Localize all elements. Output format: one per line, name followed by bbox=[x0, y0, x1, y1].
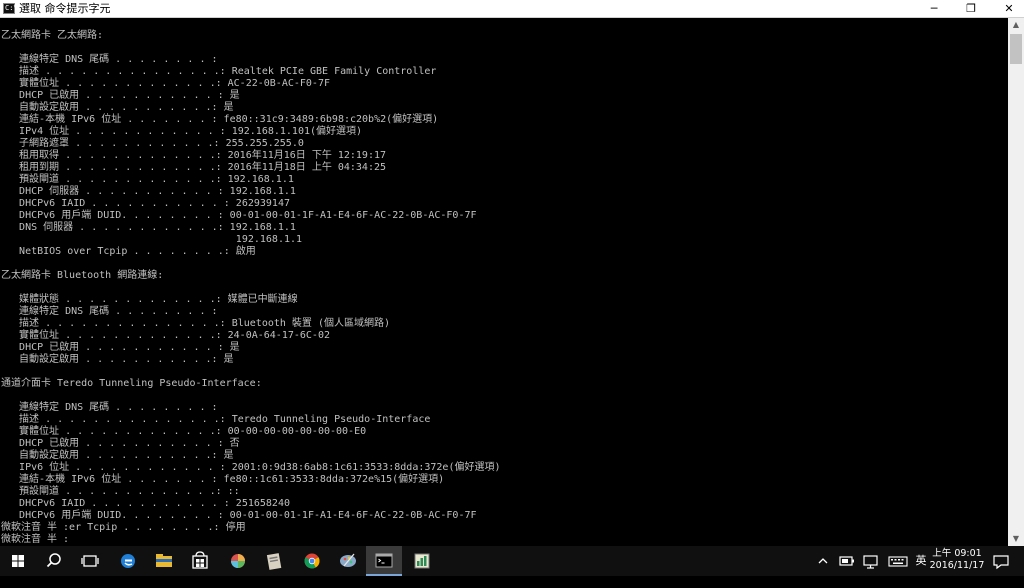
taskbar: 英 上午 09:01 2016/11/17 bbox=[0, 546, 1024, 576]
clock-date: 2016/11/17 bbox=[929, 560, 985, 571]
scroll-up-arrow-icon[interactable]: ▲ bbox=[1008, 18, 1024, 32]
console-line: DNS 伺服器 . . . . . . . . . . . .: 192.168… bbox=[1, 222, 296, 233]
battery-icon[interactable] bbox=[836, 546, 858, 576]
console-line: 微軟注音 半 : bbox=[1, 534, 70, 545]
console-line: 租用取得 . . . . . . . . . . . . .: 2016年11月… bbox=[1, 150, 387, 161]
keyboard-icon[interactable] bbox=[886, 546, 910, 576]
show-hidden-icons-chevron-icon[interactable] bbox=[814, 546, 832, 576]
app-document-icon[interactable] bbox=[256, 546, 292, 576]
console-line: 描述 . . . . . . . . . . . . . . .: Blueto… bbox=[1, 318, 390, 329]
title-bar[interactable]: C:\ 選取 命令提示字元 ─ ❐ ✕ bbox=[0, 0, 1024, 18]
console-line: 媒體狀態 . . . . . . . . . . . . .: 媒體已中斷連線 bbox=[1, 294, 298, 305]
command-prompt-icon[interactable] bbox=[366, 546, 402, 576]
vertical-scrollbar[interactable]: ▲ ▼ bbox=[1008, 18, 1024, 546]
app-paint-icon[interactable] bbox=[330, 546, 366, 576]
console-line: DHCP 伺服器 . . . . . . . . . . . : 192.168… bbox=[1, 186, 296, 197]
console-line: DHCPv6 用戶端 DUID. . . . . . . . : 00-01-0… bbox=[1, 510, 477, 521]
console-line: 連線特定 DNS 尾碼 . . . . . . . . : bbox=[1, 54, 218, 65]
minimize-button[interactable]: ─ bbox=[919, 0, 949, 17]
console-line: DHCPv6 IAID . . . . . . . . . . . : 2516… bbox=[1, 498, 290, 509]
notification-center-icon[interactable] bbox=[990, 546, 1012, 576]
store-icon[interactable] bbox=[182, 546, 218, 576]
console-line: NetBIOS over Tcpip . . . . . . . .: 啟用 bbox=[1, 246, 256, 257]
console-line: 自動設定啟用 . . . . . . . . . . .: 是 bbox=[1, 354, 234, 365]
console-line: 連結-本機 IPv6 位址 . . . . . . . : fe80::31c9… bbox=[1, 114, 439, 125]
console-output[interactable]: 乙太網路卡 乙太網路: 連線特定 DNS 尾碼 . . . . . . . . … bbox=[0, 18, 1008, 546]
edge-browser-icon[interactable] bbox=[110, 546, 146, 576]
console-line: 連線特定 DNS 尾碼 . . . . . . . . : bbox=[1, 306, 218, 317]
console-line: DHCP 已啟用 . . . . . . . . . . . : 是 bbox=[1, 90, 240, 101]
window-title: 選取 命令提示字元 bbox=[19, 2, 111, 15]
console-line: 乙太網路卡 乙太網路: bbox=[1, 30, 104, 41]
task-view-icon[interactable] bbox=[72, 546, 108, 576]
console-line: 自動設定啟用 . . . . . . . . . . .: 是 bbox=[1, 450, 234, 461]
console-line: 通道介面卡 Teredo Tunneling Pseudo-Interface: bbox=[1, 378, 262, 389]
console-line: 乙太網路卡 Bluetooth 網路連線: bbox=[1, 270, 164, 281]
console-line: 描述 . . . . . . . . . . . . . . .: Realte… bbox=[1, 66, 437, 77]
chrome-icon[interactable] bbox=[294, 546, 330, 576]
console-line: DHCPv6 IAID . . . . . . . . . . . : 2629… bbox=[1, 198, 290, 209]
console-line: DHCPv6 用戶端 DUID. . . . . . . . : 00-01-0… bbox=[1, 210, 477, 221]
console-line: IPv4 位址 . . . . . . . . . . . . : 192.16… bbox=[1, 126, 363, 137]
console-line: 預設閘道 . . . . . . . . . . . . .: :: bbox=[1, 486, 240, 497]
console-line: 實體位址 . . . . . . . . . . . . .: AC-22-0B… bbox=[1, 78, 330, 89]
console-line: 子網路遮罩 . . . . . . . . . . . .: 255.255.2… bbox=[1, 138, 304, 149]
console-line: 自動設定啟用 . . . . . . . . . . .: 是 bbox=[1, 102, 234, 113]
console-line: IPv6 位址 . . . . . . . . . . . . : 2001:0… bbox=[1, 462, 501, 473]
console-line: 預設閘道 . . . . . . . . . . . . .: 192.168.… bbox=[1, 174, 294, 185]
console-line: 描述 . . . . . . . . . . . . . . .: Teredo… bbox=[1, 414, 431, 425]
windows-start-icon[interactable] bbox=[0, 546, 36, 576]
console-line: 連結-本機 IPv6 位址 . . . . . . . : fe80::1c61… bbox=[1, 474, 445, 485]
scroll-down-arrow-icon[interactable]: ▼ bbox=[1008, 532, 1024, 546]
close-button[interactable]: ✕ bbox=[994, 0, 1024, 17]
console-line: 連線特定 DNS 尾碼 . . . . . . . . : bbox=[1, 402, 218, 413]
scroll-thumb[interactable] bbox=[1010, 34, 1022, 64]
file-explorer-icon[interactable] bbox=[146, 546, 182, 576]
app-chart-icon[interactable] bbox=[404, 546, 440, 576]
console-line: DHCP 已啟用 . . . . . . . . . . . : 是 bbox=[1, 342, 240, 353]
console-line: 實體位址 . . . . . . . . . . . . .: 24-0A-64… bbox=[1, 330, 330, 341]
network-icon[interactable] bbox=[860, 546, 882, 576]
app-colorful-icon[interactable] bbox=[220, 546, 256, 576]
clock[interactable]: 上午 09:01 2016/11/17 bbox=[927, 548, 987, 572]
console-line: 192.168.1.1 bbox=[1, 234, 303, 245]
maximize-button[interactable]: ❐ bbox=[956, 0, 986, 17]
console-line: DHCP 已啟用 . . . . . . . . . . . : 否 bbox=[1, 438, 240, 449]
clock-time: 上午 09:01 bbox=[932, 548, 982, 559]
console-line: 實體位址 . . . . . . . . . . . . .: 00-00-00… bbox=[1, 426, 367, 437]
console-line: 租用到期 . . . . . . . . . . . . .: 2016年11月… bbox=[1, 162, 387, 173]
console-line: 微軟注音 半 :er Tcpip . . . . . . . .: 停用 bbox=[1, 522, 246, 533]
search-icon[interactable] bbox=[36, 546, 72, 576]
command-prompt-window-icon: C:\ bbox=[3, 3, 18, 14]
